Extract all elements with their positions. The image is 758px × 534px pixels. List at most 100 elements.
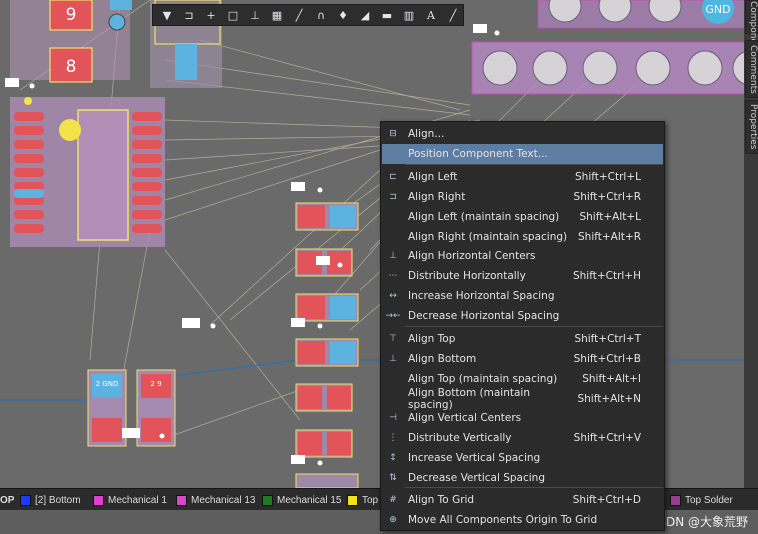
align-bottom-icon: ⊥ (389, 354, 397, 364)
menu-separator (405, 326, 663, 327)
arc-icon[interactable]: ∩ (311, 6, 331, 24)
menu-item-increase-vertical-spacing[interactable]: ↕ Increase Vertical Spacing (382, 448, 663, 468)
menu-item-shortcut: Shift+Alt+I (582, 373, 641, 385)
menu-item-align-horizontal-centers[interactable]: ⊥ Align Horizontal Centers (382, 246, 663, 266)
ic-pads-right (132, 112, 162, 233)
increase-h-icon: ↔ (389, 291, 397, 301)
fill-icon[interactable]: ◢ (355, 6, 375, 24)
filter-icon[interactable]: ▼ (157, 6, 177, 24)
gnd-pin-label: GND (705, 3, 730, 16)
menu-item-align-top[interactable]: ⊤ Align Top Shift+Ctrl+T (382, 329, 663, 349)
menu-item-shortcut: Shift+Ctrl+B (573, 353, 641, 365)
menu-item-label: Distribute Vertically (408, 432, 512, 444)
menu-item-shortcut: Shift+Alt+R (578, 231, 641, 243)
layer-swatch (347, 494, 358, 506)
menu-item-label: Align Left (408, 171, 458, 183)
menu-item-label: Align Vertical Centers (408, 412, 522, 424)
pad-label-9: 9 (66, 5, 77, 25)
layer-tab-mechanical-13[interactable]: Mechanical 13 (176, 493, 255, 507)
layer-tab-top[interactable]: OP (0, 493, 14, 507)
menu-item-label: Align Bottom (408, 353, 477, 365)
route-icon[interactable]: ⊐ (179, 6, 199, 24)
layer-swatch (670, 494, 681, 506)
menu-item-shortcut: Shift+Alt+N (577, 393, 641, 405)
menu-item-label: Align Top (maintain spacing) (408, 373, 558, 385)
align-grid-icon: # (389, 495, 397, 505)
menu-item-label: Distribute Horizontally (408, 270, 526, 282)
menu-item-increase-horizontal-spacing[interactable]: ↔ Increase Horizontal Spacing (382, 286, 663, 306)
rectangle-icon[interactable]: □ (223, 6, 243, 24)
tab-comments[interactable]: Comments (745, 40, 758, 98)
align-left-icon: ⊏ (389, 172, 397, 182)
menu-item-align-top-maintain-spacing[interactable]: Align Top (maintain spacing) Shift+Alt+I (382, 369, 663, 389)
menu-separator (405, 164, 663, 165)
gnd-pad (175, 44, 197, 80)
layer-tab-top-overlay[interactable]: Top (347, 493, 378, 507)
menu-item-label: Align... (408, 128, 445, 140)
menu-item-position-component-text[interactable]: Position Component Text... (382, 144, 663, 164)
menu-item-label: Align Top (408, 333, 456, 345)
menu-item-shortcut: Shift+Ctrl+L (575, 171, 641, 183)
menu-item-label: Position Component Text... (408, 148, 548, 160)
menu-item-decrease-horizontal-spacing[interactable]: →← Decrease Horizontal Spacing (382, 306, 663, 326)
menu-item-move-all-components-origin-to-grid[interactable]: ⊕ Move All Components Origin To Grid (382, 510, 663, 530)
layer-tab-mechanical-15[interactable]: Mechanical 15 (262, 493, 341, 507)
menu-item-label: Align Right (408, 191, 466, 203)
layer-tab-top-solder[interactable]: Top Solder (670, 493, 733, 507)
distribute-h-icon: ⋯ (388, 271, 398, 281)
menu-separator (405, 487, 663, 488)
line-tool-icon[interactable]: ╱ (443, 6, 463, 24)
menu-item-decrease-vertical-spacing[interactable]: ⇅ Decrease Vertical Spacing (382, 468, 663, 488)
menu-item-align-vertical-centers[interactable]: ⊣ Align Vertical Centers (382, 408, 663, 428)
menu-item-align-right[interactable]: ⊐ Align Right Shift+Ctrl+R (382, 187, 663, 207)
layer-tab-bottom[interactable]: [2] Bottom (20, 493, 81, 507)
context-menu: ⊟ Align... Position Component Text... ⊏ Alig… (380, 121, 665, 531)
cap-label-2: 2 9 (150, 380, 161, 388)
align-right-icon: ⊐ (389, 192, 397, 202)
menu-item-label: Decrease Vertical Spacing (408, 472, 545, 484)
menu-item-distribute-vertically[interactable]: ⋮ Distribute Vertically Shift+Ctrl+V (382, 428, 663, 448)
add-icon[interactable]: + (201, 6, 221, 24)
layer-tab-mechanical-1[interactable]: Mechanical 1 (93, 493, 167, 507)
layer-swatch (262, 494, 273, 506)
menu-item-align-left-maintain-spacing[interactable]: Align Left (maintain spacing) Shift+Alt+L (382, 207, 663, 227)
menu-item-label: Align To Grid (408, 494, 475, 506)
via (108, 13, 126, 31)
menu-item-label: Align Right (maintain spacing) (408, 231, 568, 243)
blue-pad-small (110, 0, 132, 10)
decrease-v-icon: ⇅ (389, 473, 397, 483)
pad-label-8: 8 (66, 57, 77, 77)
pin1-marker (59, 119, 81, 141)
align-hcenter-icon: ⊥ (389, 251, 397, 261)
right-panel-tabs: Components Comments Properties (744, 0, 758, 488)
menu-item-align-left[interactable]: ⊏ Align Left Shift+Ctrl+L (382, 167, 663, 187)
menu-item-align-bottom[interactable]: ⊥ Align Bottom Shift+Ctrl+B (382, 349, 663, 369)
tab-components[interactable]: Components (745, 0, 758, 58)
align-top-icon: ⊤ (389, 334, 397, 344)
menu-item-label: Increase Horizontal Spacing (408, 290, 555, 302)
resistor-array (295, 202, 359, 488)
menu-item-align-to-grid[interactable]: # Align To Grid Shift+Ctrl+D (382, 490, 663, 510)
menu-item-shortcut: Shift+Ctrl+T (574, 333, 641, 345)
increase-v-icon: ↕ (389, 453, 397, 463)
text-icon[interactable]: A (421, 6, 441, 24)
line-icon[interactable]: ╱ (289, 6, 309, 24)
component-icon[interactable]: ▦ (267, 6, 287, 24)
menu-item-shortcut: Shift+Ctrl+V (573, 432, 641, 444)
chart-icon[interactable]: ▥ (399, 6, 419, 24)
menu-item-distribute-horizontally[interactable]: ⋯ Distribute Horizontally Shift+Ctrl+H (382, 266, 663, 286)
menu-item-align-right-maintain-spacing[interactable]: Align Right (maintain spacing) Shift+Alt+… (382, 227, 663, 247)
move-origin-icon: ⊕ (389, 515, 397, 525)
distribute-v-icon: ⋮ (388, 433, 398, 443)
tab-properties[interactable]: Properties (745, 100, 758, 154)
menu-item-align[interactable]: ⊟ Align... (382, 124, 663, 144)
menu-item-shortcut: Shift+Alt+L (579, 211, 641, 223)
align-vcenter-icon: ⊣ (389, 413, 397, 423)
menu-item-shortcut: Shift+Ctrl+H (572, 270, 641, 282)
menu-item-align-bottom-maintain-spacing[interactable]: Align Bottom (maintain spacing) Shift+Alt… (382, 387, 663, 411)
align-icon[interactable]: ⊥ (245, 6, 265, 24)
measure-icon[interactable]: ▬ (377, 6, 397, 24)
menu-item-label: Move All Components Origin To Grid (408, 514, 598, 526)
menu-item-label: Align Horizontal Centers (408, 250, 536, 262)
pin-icon[interactable]: ♦ (333, 6, 353, 24)
